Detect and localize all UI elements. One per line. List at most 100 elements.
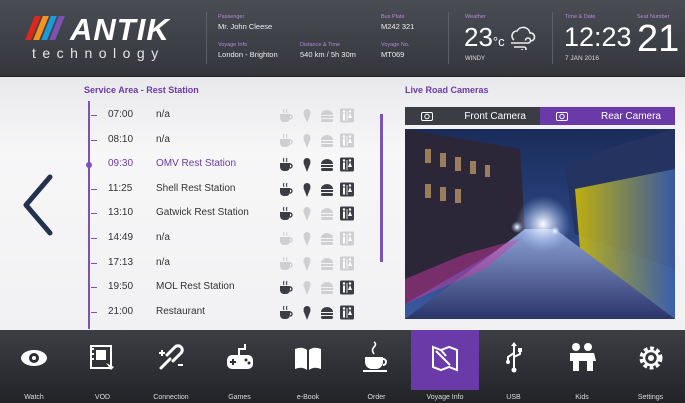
dock-item-kids[interactable]: Kids [548,330,616,403]
timeline-tick [91,311,97,313]
divider [206,12,207,64]
ice-cream-icon [303,182,311,197]
dock-item-label: Connection [153,394,189,401]
station-name: n/a [156,133,170,145]
station-time: 19:50 [108,281,134,293]
rest-station-row[interactable]: 19:50 MOL Rest Station [84,277,384,299]
map-icon [432,345,458,372]
burger-icon [321,208,333,221]
temperature-value: 23 [464,22,493,52]
dock-item-label: Voyage Info [426,394,464,401]
voyage-no-value: MT069 [381,49,405,59]
dock-item-label: USB [506,394,521,401]
bus-plate-value: M242 321 [381,21,415,31]
station-time: 07:00 [108,109,134,120]
dock-item-watch[interactable]: Watch [0,330,68,403]
gear-icon [639,346,662,370]
station-name: n/a [156,232,170,243]
dock-item-games[interactable]: Games [206,330,274,403]
dock-item-label: e-Book [296,394,320,401]
live-cameras-title: Live Road Cameras [405,85,489,95]
restroom-icon [340,305,354,320]
weather-label: Weather [465,14,486,20]
timeline-dot [86,162,92,169]
film-icon [89,345,114,370]
dock-item-connection[interactable]: Connection [137,330,205,403]
clock-time: 12:23 [564,22,632,52]
station-name: MOL Rest Station [156,281,235,293]
weather-condition: WINDY [465,56,485,62]
front-camera-label: Front Camera [464,110,526,122]
timeline-tick [91,287,97,289]
logo-word: ANTIK [70,12,170,47]
amenity-icons [279,108,355,123]
dock-item-vod[interactable]: VOD [69,330,137,403]
dock-item-e-book[interactable]: e-Book [274,330,342,403]
burger-icon [321,159,333,172]
timeline-tick [91,262,97,264]
antik-logo: ANTIK technology [25,12,205,64]
coffee-icon [280,231,293,245]
camera-icon [421,112,433,121]
amenity-icons [279,206,355,222]
voyage-no-label: Voyage No. [381,42,410,48]
ice-cream-icon [303,158,311,173]
clock-date: 7 JAN 2016 [565,55,599,62]
temperature-unit: °c [492,34,505,49]
usb-icon [505,342,522,373]
dock-item-order[interactable]: Order [343,330,411,403]
burger-icon [321,233,333,245]
cloud-wind-icon [511,26,536,50]
dock-item-label: Order [367,394,386,401]
tab-rear-camera[interactable]: Rear Camera [540,107,675,125]
tab-front-camera[interactable]: Front Camera [405,107,540,125]
distance-label: Distance & Time [300,42,341,48]
rest-station-row[interactable]: 07:00 n/a [84,105,384,127]
dock-item-usb[interactable]: USB [480,330,548,403]
ice-cream-icon [303,281,311,296]
back-chevron-icon[interactable] [20,173,56,237]
coffee-icon [362,341,387,372]
station-time: 13:10 [108,207,134,219]
voyage-label: Voyage Info [218,42,248,48]
timeline-tick [91,213,97,215]
passenger-label: Passenger [218,14,245,20]
rest-station-row[interactable]: 17:13 n/a [84,253,384,275]
book-icon [295,347,321,370]
amenity-icons [279,280,355,296]
service-scrollbar[interactable] [380,114,383,262]
rest-station-row[interactable]: 21:00 Restaurant [84,302,384,324]
restroom-icon [340,280,354,295]
rest-station-row[interactable]: 14:49 n/a [84,228,384,250]
timeline-tick [91,139,97,141]
time-label: Time & Date [565,14,596,20]
rest-station-row[interactable]: 11:25 Shell Rest Station [84,179,384,201]
station-name: n/a [156,109,170,120]
gamepad-icon [226,344,253,369]
rest-station-row[interactable]: 09:30 OMV Rest Station [84,154,384,176]
connection-icon [159,344,184,370]
rest-station-row[interactable]: 13:10 Gatwick Rest Station [84,203,384,225]
coffee-icon [280,256,293,270]
dock-item-settings[interactable]: Settings [617,330,685,403]
passenger-value: Mr. John Cleese [218,21,273,31]
restroom-icon [340,206,354,221]
burger-icon [321,306,333,319]
burger-icon [321,183,333,196]
amenity-icons [279,157,355,173]
coffee-icon [280,182,293,196]
restroom-icon [340,157,354,172]
amenity-icons [279,231,355,246]
ice-cream-icon [303,207,311,222]
dock-item-voyage-info[interactable]: Voyage Info [411,330,479,401]
station-name: OMV Rest Station [156,158,237,170]
station-time: 11:25 [108,182,133,194]
rest-station-row[interactable]: 08:10 n/a [84,130,384,152]
voyage-no-info: Voyage No. MT069 [381,42,410,59]
coffee-icon [280,133,293,147]
camera-icon [556,112,568,121]
restroom-icon [340,231,354,246]
station-time: 14:49 [108,232,134,243]
logo-slashes [25,16,65,40]
bottom-dock: Watch VOD Connection Games e-Book Order Voyage… [0,330,685,403]
